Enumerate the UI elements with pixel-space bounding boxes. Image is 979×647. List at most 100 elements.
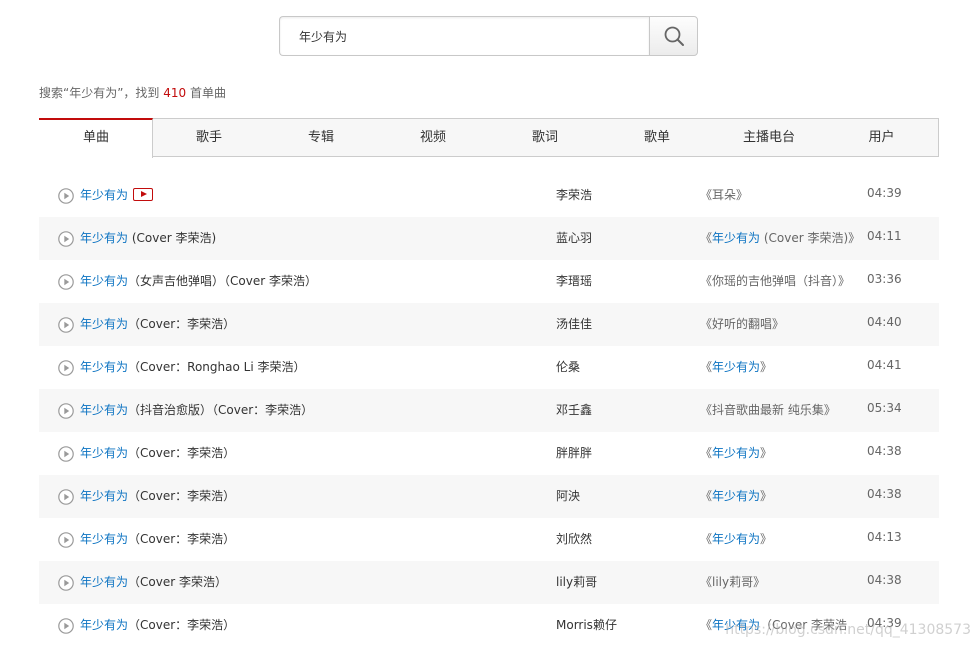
- play-icon[interactable]: [58, 618, 74, 634]
- song-name: 年少有为（Cover 李荣浩）: [80, 561, 227, 604]
- song-title-link[interactable]: 年少有为: [80, 618, 128, 632]
- album-highlight: 年少有为: [712, 489, 761, 503]
- song-row[interactable]: 年少有为（Cover：李荣浩） 胖胖胖 《年少有为》 04:38: [39, 432, 939, 475]
- song-row[interactable]: 年少有为（抖音治愈版）（Cover：李荣浩） 邓壬鑫 《抖音歌曲最新 纯乐集》 05:…: [39, 389, 939, 432]
- song-row[interactable]: 年少有为（Cover：李荣浩） 汤佳佳 《好听的翻唱》 04:40: [39, 303, 939, 346]
- song-row[interactable]: 年少有为 (Cover 李荣浩) 蓝心羽 《年少有为 (Cover 李荣浩)》 04:…: [39, 217, 939, 260]
- tab-7[interactable]: 用户: [825, 119, 938, 156]
- mv-icon[interactable]: [133, 188, 154, 201]
- play-icon[interactable]: [58, 489, 74, 505]
- song-row[interactable]: 年少有为 李荣浩 《耳朵》 04:39: [39, 174, 939, 217]
- artist-link[interactable]: 李瑨瑶: [556, 260, 592, 303]
- tab-2[interactable]: 专辑: [265, 119, 377, 156]
- song-row[interactable]: 年少有为（女声吉他弹唱）（Cover 李荣浩） 李瑨瑶 《你瑶的吉他弹唱（抖音）》 0…: [39, 260, 939, 303]
- song-duration: 04:41: [867, 358, 902, 372]
- album-link[interactable]: 《你瑶的吉他弹唱（抖音）》: [700, 260, 850, 303]
- song-subtitle: （Cover：李荣浩）: [128, 446, 236, 460]
- song-duration: 04:39: [867, 186, 902, 200]
- album-text-end: 》: [760, 489, 773, 503]
- tab-5[interactable]: 歌单: [601, 119, 713, 156]
- album-link[interactable]: 《lily莉哥》: [700, 561, 765, 604]
- song-title-link[interactable]: 年少有为: [80, 403, 128, 417]
- artist-link[interactable]: 汤佳佳: [556, 303, 592, 346]
- tab-4[interactable]: 歌词: [489, 119, 601, 156]
- song-subtitle: （Cover：Ronghao Li 李荣浩）: [128, 360, 306, 374]
- song-name: 年少有为（Cover：李荣浩）: [80, 303, 235, 346]
- song-title-link[interactable]: 年少有为: [80, 188, 128, 202]
- album-link[interactable]: 《年少有为 (Cover 李荣浩)》: [700, 217, 854, 260]
- album-link[interactable]: 《年少有为》: [700, 432, 772, 475]
- song-name: 年少有为（抖音治愈版）（Cover：李荣浩）: [80, 389, 313, 432]
- album-link[interactable]: 《好听的翻唱》: [700, 303, 784, 346]
- album-text: 《: [700, 532, 713, 546]
- song-name: 年少有为（女声吉他弹唱）（Cover 李荣浩）: [80, 260, 317, 303]
- song-title-link[interactable]: 年少有为: [80, 274, 128, 288]
- song-name: 年少有为（Cover：Ronghao Li 李荣浩）: [80, 346, 305, 389]
- song-name: 年少有为（Cover：李荣浩）: [80, 432, 235, 475]
- song-name: 年少有为（Cover：李荣浩）: [80, 604, 235, 647]
- album-text: 《: [700, 360, 713, 374]
- tab-1[interactable]: 歌手: [153, 119, 265, 156]
- play-icon[interactable]: [58, 403, 74, 419]
- song-name: 年少有为 (Cover 李荣浩): [80, 217, 216, 260]
- artist-link[interactable]: 胖胖胖: [556, 432, 592, 475]
- artist-link[interactable]: 阿泱: [556, 475, 580, 518]
- album-text: 《耳朵》: [700, 188, 749, 202]
- song-title-link[interactable]: 年少有为: [80, 360, 128, 374]
- play-icon[interactable]: [58, 532, 74, 548]
- play-icon[interactable]: [58, 575, 74, 591]
- song-subtitle: (Cover 李荣浩): [128, 231, 217, 245]
- play-icon[interactable]: [58, 317, 74, 333]
- search-button[interactable]: [649, 16, 698, 56]
- song-row[interactable]: 年少有为（Cover 李荣浩） lily莉哥 《lily莉哥》 04:38: [39, 561, 939, 604]
- song-title-link[interactable]: 年少有为: [80, 317, 128, 331]
- song-title-link[interactable]: 年少有为: [80, 532, 128, 546]
- song-duration: 04:38: [867, 573, 902, 587]
- album-link[interactable]: 《耳朵》: [700, 174, 748, 217]
- play-icon[interactable]: [58, 360, 74, 376]
- album-text-end: 》: [760, 446, 773, 460]
- summary-suffix: 首单曲: [186, 86, 226, 100]
- album-text: 《lily莉哥》: [700, 575, 766, 589]
- play-icon[interactable]: [58, 274, 74, 290]
- artist-link[interactable]: 蓝心羽: [556, 217, 592, 260]
- song-title-link[interactable]: 年少有为: [80, 231, 128, 245]
- song-subtitle: （Cover：李荣浩）: [128, 317, 236, 331]
- song-row[interactable]: 年少有为（Cover：Ronghao Li 李荣浩） 伦桑 《年少有为》 04:41: [39, 346, 939, 389]
- album-link[interactable]: 《年少有为》: [700, 518, 772, 561]
- play-icon[interactable]: [58, 231, 74, 247]
- song-duration: 04:38: [867, 487, 902, 501]
- play-icon[interactable]: [58, 188, 74, 204]
- album-highlight: 年少有为: [712, 231, 761, 245]
- song-duration: 04:38: [867, 444, 902, 458]
- artist-link[interactable]: 李荣浩: [556, 174, 592, 217]
- album-text: 《好听的翻唱》: [700, 317, 785, 331]
- song-duration: 03:36: [867, 272, 902, 286]
- album-text: 《抖音歌曲最新 纯乐集》: [700, 403, 836, 417]
- album-highlight: 年少有为: [712, 532, 761, 546]
- tab-6[interactable]: 主播电台: [713, 119, 825, 156]
- song-title-link[interactable]: 年少有为: [80, 575, 128, 589]
- tab-3[interactable]: 视频: [377, 119, 489, 156]
- artist-link[interactable]: 邓壬鑫: [556, 389, 592, 432]
- artist-link[interactable]: 刘欣然: [556, 518, 592, 561]
- tab-0[interactable]: 单曲: [39, 118, 153, 158]
- album-link[interactable]: 《年少有为》: [700, 475, 772, 518]
- song-duration: 05:34: [867, 401, 902, 415]
- play-icon[interactable]: [58, 446, 74, 462]
- search-input[interactable]: [279, 16, 649, 56]
- song-subtitle: （女声吉他弹唱）（Cover 李荣浩）: [128, 274, 317, 288]
- song-subtitle: （Cover：李荣浩）: [128, 618, 236, 632]
- album-highlight: 年少有为: [712, 446, 761, 460]
- album-text: 《: [700, 231, 713, 245]
- song-title-link[interactable]: 年少有为: [80, 446, 128, 460]
- album-text: 《: [700, 446, 713, 460]
- song-row[interactable]: 年少有为（Cover：李荣浩） 阿泱 《年少有为》 04:38: [39, 475, 939, 518]
- artist-link[interactable]: 伦桑: [556, 346, 580, 389]
- song-title-link[interactable]: 年少有为: [80, 489, 128, 503]
- album-link[interactable]: 《抖音歌曲最新 纯乐集》: [700, 389, 836, 432]
- album-link[interactable]: 《年少有为》: [700, 346, 772, 389]
- artist-link[interactable]: lily莉哥: [556, 561, 597, 604]
- song-row[interactable]: 年少有为（Cover：李荣浩） 刘欣然 《年少有为》 04:13: [39, 518, 939, 561]
- artist-link[interactable]: Morris赖仔: [556, 604, 617, 647]
